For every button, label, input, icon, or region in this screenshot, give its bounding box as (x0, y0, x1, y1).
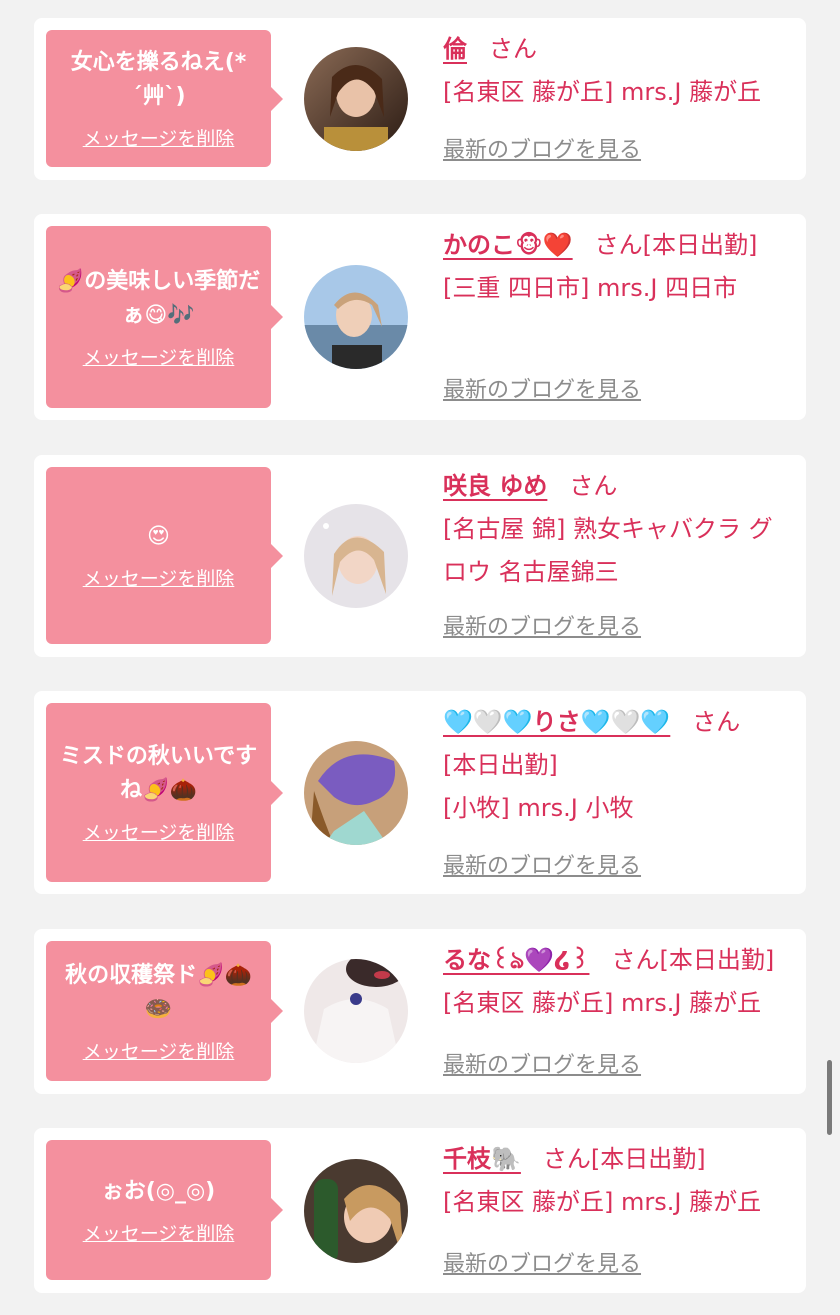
honorific: さん (692, 708, 741, 736)
user-name-link[interactable]: かのこ🐵❤️ (443, 231, 573, 259)
location-text: [名古屋 錦] 熟女キャバクラ グロウ 名古屋錦三 (443, 515, 773, 586)
user-name-link[interactable]: 咲良 ゆめ (443, 472, 547, 500)
latest-blog-link[interactable]: 最新のブログを見る (443, 132, 641, 164)
delete-message-link[interactable]: メッセージを削除 (83, 124, 235, 151)
message-text: 女心を擽るねえ(*´艸`) (70, 50, 247, 109)
message-card: ぉお(◎_◎) メッセージを削除 千枝🐘 さん[本日出勤] [名東区 藤が丘] m… (34, 1128, 806, 1293)
work-status: [本日出勤] (443, 751, 558, 779)
message-bubble: ミスドの秋いいですね🍠🌰 メッセージを削除 (46, 703, 283, 882)
avatar[interactable] (304, 265, 408, 369)
message-bubble: 女心を擽るねえ(*´艸`) メッセージを削除 (46, 30, 283, 167)
avatar[interactable] (304, 1159, 408, 1263)
delete-message-link[interactable]: メッセージを削除 (83, 564, 235, 591)
user-info: 🩵🤍🩵りさ🩵🤍🩵 さん [本日出勤] [小牧] mrs.J 小牧 (443, 701, 796, 830)
message-card: 秋の収穫祭ド🍠🌰🍩 メッセージを削除 るな꒰ঌ💜໒꒱ さん[本日出勤] [名東区 … (34, 929, 806, 1094)
user-info: 倫さん [名東区 藤が丘] mrs.J 藤が丘 (443, 28, 796, 114)
user-name-link[interactable]: 🩵🤍🩵りさ🩵🤍🩵 (443, 708, 670, 736)
delete-message-link[interactable]: メッセージを削除 (83, 1219, 235, 1246)
location-text: [三重 四日市] mrs.J 四日市 (443, 274, 738, 302)
avatar[interactable] (304, 47, 408, 151)
location-text: [名東区 藤が丘] mrs.J 藤が丘 (443, 1188, 762, 1216)
message-card: 女心を擽るねえ(*´艸`) メッセージを削除 倫さん [名東区 藤が丘] mrs… (34, 18, 806, 180)
location-text: [名東区 藤が丘] mrs.J 藤が丘 (443, 78, 762, 106)
honorific: さん (569, 472, 618, 500)
latest-blog-link[interactable]: 最新のブログを見る (443, 609, 641, 641)
user-info: かのこ🐵❤️ さん[本日出勤] [三重 四日市] mrs.J 四日市 (443, 224, 796, 310)
user-name-link[interactable]: るな꒰ঌ💜໒꒱ (443, 946, 589, 974)
vertical-scrollbar[interactable] (827, 1060, 832, 1135)
delete-message-link[interactable]: メッセージを削除 (83, 818, 235, 845)
user-name-link[interactable]: 倫 (443, 35, 467, 63)
location-text: [小牧] mrs.J 小牧 (443, 794, 634, 822)
message-card: 😍 メッセージを削除 咲良 ゆめ さん [名古屋 錦] 熟女キャバクラ グロウ 名… (34, 455, 806, 657)
user-info: るな꒰ঌ💜໒꒱ さん[本日出勤] [名東区 藤が丘] mrs.J 藤が丘 (443, 939, 796, 1025)
honorific: さん (542, 1145, 591, 1173)
message-bubble: 😍 メッセージを削除 (46, 467, 283, 644)
message-bubble: 🍠の美味しい季節だぁ😋🎶 メッセージを削除 (46, 226, 283, 408)
message-bubble: 秋の収穫祭ド🍠🌰🍩 メッセージを削除 (46, 941, 283, 1081)
message-card: 🍠の美味しい季節だぁ😋🎶 メッセージを削除 かのこ🐵❤️ さん[本日出勤] [三重… (34, 214, 806, 420)
honorific: さん (611, 946, 660, 974)
delete-message-link[interactable]: メッセージを削除 (83, 343, 235, 370)
work-status: [本日出勤] (642, 231, 758, 259)
latest-blog-link[interactable]: 最新のブログを見る (443, 1047, 641, 1079)
message-card: ミスドの秋いいですね🍠🌰 メッセージを削除 🩵🤍🩵りさ🩵🤍🩵 さん [本日出勤] … (34, 691, 806, 894)
latest-blog-link[interactable]: 最新のブログを見る (443, 372, 641, 404)
user-info: 千枝🐘 さん[本日出勤] [名東区 藤が丘] mrs.J 藤が丘 (443, 1138, 796, 1224)
message-bubble: ぉお(◎_◎) メッセージを削除 (46, 1140, 283, 1280)
avatar[interactable] (304, 741, 408, 845)
delete-message-link[interactable]: メッセージを削除 (83, 1037, 235, 1064)
work-status: [本日出勤] (659, 946, 775, 974)
message-text: ミスドの秋いいですね🍠🌰 (59, 744, 258, 803)
user-info: 咲良 ゆめ さん [名古屋 錦] 熟女キャバクラ グロウ 名古屋錦三 (443, 465, 796, 594)
location-text: [名東区 藤が丘] mrs.J 藤が丘 (443, 989, 762, 1017)
honorific: さん (594, 231, 643, 259)
honorific: さん (489, 35, 537, 63)
message-text: 🍠の美味しい季節だぁ😋🎶 (56, 268, 261, 328)
user-name-link[interactable]: 千枝🐘 (443, 1145, 521, 1173)
latest-blog-link[interactable]: 最新のブログを見る (443, 1246, 641, 1278)
message-text: 😍 (147, 524, 170, 549)
latest-blog-link[interactable]: 最新のブログを見る (443, 848, 641, 880)
work-status: [本日出勤] (590, 1145, 706, 1173)
avatar[interactable] (304, 504, 408, 608)
message-text: ぉお(◎_◎) (101, 1178, 216, 1204)
avatar[interactable] (304, 959, 408, 1063)
message-text: 秋の収穫祭ド🍠🌰🍩 (65, 962, 252, 1022)
